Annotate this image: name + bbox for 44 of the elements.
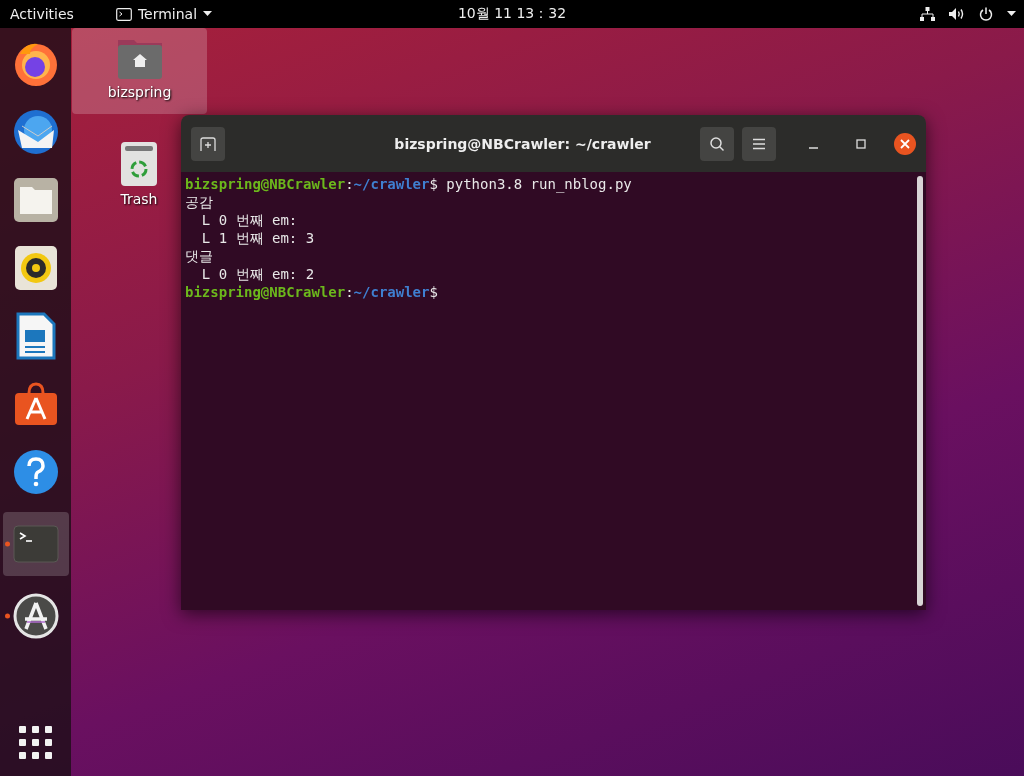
search-icon xyxy=(709,135,725,152)
terminal-line: bizspring@NBCrawler:~/crawler$ xyxy=(185,283,438,301)
terminal-line: bizspring@NBCrawler:~/crawler$ python3.8 run_nblog.py xyxy=(185,175,632,193)
app-grid-icon[interactable] xyxy=(19,726,53,760)
terminal-icon xyxy=(115,7,132,21)
close-button[interactable] xyxy=(894,132,916,155)
terminal-line: 공감 xyxy=(185,193,213,211)
trash-icon xyxy=(120,141,158,187)
search-button[interactable] xyxy=(700,126,734,161)
power-icon[interactable] xyxy=(979,7,993,21)
running-indicator xyxy=(4,613,10,619)
activities-button[interactable]: Activities xyxy=(10,6,74,22)
close-icon xyxy=(900,138,910,149)
folder-icon xyxy=(12,177,59,223)
menu-button[interactable] xyxy=(742,126,776,161)
new-tab-button[interactable] xyxy=(191,126,225,161)
caret-icon[interactable] xyxy=(1007,11,1016,17)
updater-icon xyxy=(12,593,59,639)
network-icon[interactable] xyxy=(920,7,935,21)
window-title: bizspring@NBCrawler: ~/crawler xyxy=(393,135,652,152)
help-icon xyxy=(12,449,59,495)
scrollbar[interactable] xyxy=(917,176,923,606)
minimize-icon xyxy=(808,146,818,149)
terminal-line: L 1 번째 em: 3 xyxy=(200,229,315,247)
menu-icon xyxy=(752,137,766,150)
terminal-line: L 0 번째 em: 2 xyxy=(200,265,315,283)
desktop-icon[interactable]: Trash xyxy=(107,133,171,221)
desktop-icon[interactable]: bizspring xyxy=(72,28,207,114)
new-tab-icon xyxy=(200,136,216,151)
terminal-line: L 0 번째 em: xyxy=(200,211,298,229)
maximize-icon xyxy=(856,138,866,149)
running-indicator xyxy=(4,541,10,547)
terminal-line: 댓글 xyxy=(185,247,213,265)
shopping-bag-icon xyxy=(12,381,59,427)
caret-icon xyxy=(203,11,213,17)
mail-icon xyxy=(11,108,60,156)
desktop-icon-label: bizspring xyxy=(107,84,172,100)
volume-icon[interactable] xyxy=(949,7,965,21)
app-menu[interactable]: Terminal xyxy=(115,6,213,22)
clock[interactable]: 10월 11 13：32 xyxy=(457,5,567,21)
document-icon xyxy=(14,312,57,360)
speaker-icon xyxy=(13,245,58,291)
desktop-icon-label: Trash xyxy=(120,191,158,207)
terminal-icon xyxy=(12,525,59,563)
